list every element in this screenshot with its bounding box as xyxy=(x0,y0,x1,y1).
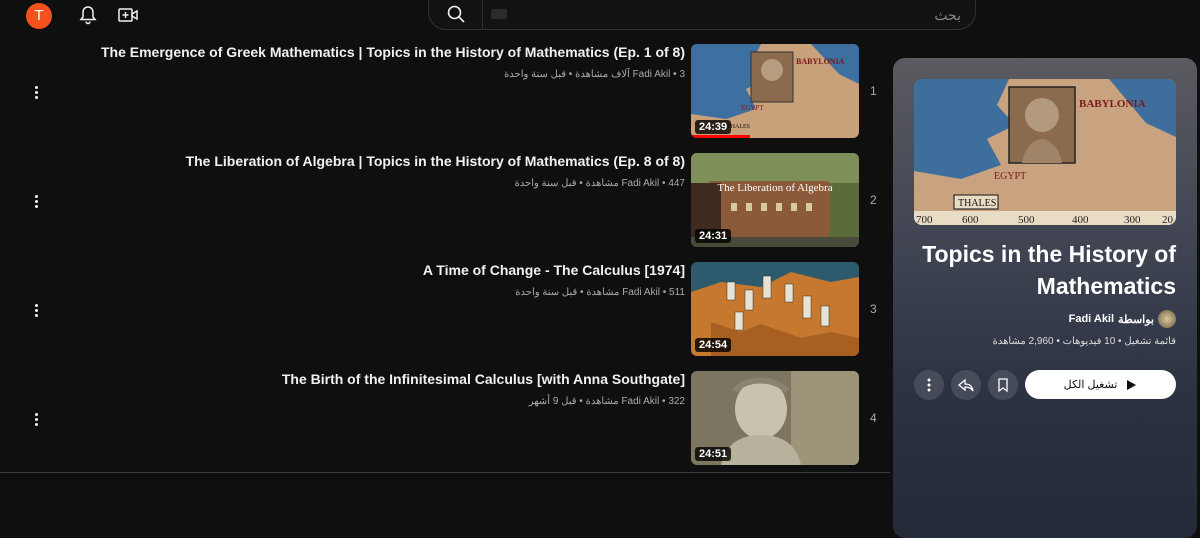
channel-name[interactable]: Fadi Akil xyxy=(621,178,659,189)
play-all-button[interactable]: تشغيل الكل xyxy=(1025,370,1176,399)
channel-name[interactable]: Fadi Akil xyxy=(621,396,659,407)
more-options-button[interactable] xyxy=(914,370,944,400)
share-button[interactable] xyxy=(951,370,981,400)
thumb-label: 500 xyxy=(1018,214,1035,225)
play-all-label: تشغيل الكل xyxy=(1063,379,1118,391)
thumb-label: 20 xyxy=(1162,214,1174,225)
create-video-icon[interactable] xyxy=(117,5,139,25)
playlist-header-panel: BABYLONIA EGYPT THALES 700 600 500 400 3… xyxy=(893,58,1197,538)
list-item[interactable]: A Time of Change - The Calculus [1974] F… xyxy=(0,262,890,360)
owner-name[interactable]: Fadi Akil xyxy=(1069,313,1114,325)
video-thumbnail[interactable]: 24:51 xyxy=(691,371,859,465)
channel-name[interactable]: Fadi Akil xyxy=(633,69,671,80)
thumb-label: The Liberation of Algebra xyxy=(717,182,832,194)
video-meta: Fadi Akil • 322 مشاهدة • قبل 9 أشهر xyxy=(528,396,685,407)
video-meta: Fadi Akil • 447 مشاهدة • قبل سنة واحدة xyxy=(514,178,685,189)
share-icon xyxy=(958,378,974,392)
play-icon xyxy=(1127,379,1137,390)
bell-icon[interactable] xyxy=(78,5,98,25)
thumb-label: 300 xyxy=(1124,214,1141,225)
thumb-label: BABYLONIA xyxy=(796,57,845,66)
thumb-label: EGYPT xyxy=(994,171,1026,182)
thumb-label: 600 xyxy=(962,214,979,225)
video-thumbnail[interactable]: BABYLONIA EGYPT THALES 24:39 xyxy=(691,44,859,138)
more-options-icon[interactable] xyxy=(28,411,44,431)
thumb-label: EGYPT xyxy=(741,104,764,112)
video-thumbnail[interactable]: 24:54 xyxy=(691,262,859,356)
owner-prefix: بواسطة xyxy=(1118,313,1154,326)
video-thumbnail[interactable]: The Liberation of Algebra 24:31 xyxy=(691,153,859,247)
duration-badge: 24:51 xyxy=(695,447,732,461)
keyboard-icon[interactable] xyxy=(491,9,507,19)
playlist-owner[interactable]: بواسطة Fadi Akil xyxy=(1069,310,1176,328)
playlist-title: Topics in the History of Mathematics xyxy=(922,241,1176,299)
item-index: 3 xyxy=(870,302,877,316)
owner-avatar[interactable] xyxy=(1158,310,1176,328)
video-meta: Fadi Akil • 511 مشاهدة • قبل سنة واحدة xyxy=(515,287,685,298)
watch-progress xyxy=(691,135,750,138)
views-and-date: 447 مشاهدة • قبل سنة واحدة xyxy=(514,178,685,189)
more-options-icon[interactable] xyxy=(28,193,44,213)
playlist-meta: قائمة تشغيل • 10 فيديوهات • 2,960 مشاهدة xyxy=(992,336,1176,347)
playlist-thumbnail[interactable]: BABYLONIA EGYPT THALES 700 600 500 400 3… xyxy=(914,79,1176,225)
bookmark-icon xyxy=(998,378,1008,393)
thumb-label: BABYLONIA xyxy=(1079,98,1146,110)
item-index: 2 xyxy=(870,193,877,207)
views-and-date: 322 مشاهدة • قبل 9 أشهر xyxy=(528,396,685,407)
item-index: 4 xyxy=(870,411,877,425)
thumb-label: THALES xyxy=(958,198,996,209)
thumb-label: 700 xyxy=(916,214,933,225)
search-icon xyxy=(447,5,465,23)
duration-badge: 24:54 xyxy=(695,338,732,352)
search-button[interactable] xyxy=(429,0,483,29)
search-box xyxy=(428,0,976,30)
list-divider xyxy=(0,472,890,473)
more-options-icon[interactable] xyxy=(28,84,44,104)
save-playlist-button[interactable] xyxy=(988,370,1018,400)
more-vert-icon xyxy=(927,378,931,392)
video-meta: Fadi Akil • 3 آلاف مشاهدة • قبل سنة واحد… xyxy=(504,69,685,80)
thumb-label: 400 xyxy=(1072,214,1089,225)
list-item[interactable]: The Emergence of Greek Mathematics | Top… xyxy=(0,44,890,142)
video-title[interactable]: The Liberation of Algebra | Topics in th… xyxy=(186,153,685,169)
video-title[interactable]: The Emergence of Greek Mathematics | Top… xyxy=(101,44,685,60)
more-options-icon[interactable] xyxy=(28,302,44,322)
item-index: 1 xyxy=(870,84,877,98)
channel-name[interactable]: Fadi Akil xyxy=(622,287,660,298)
user-avatar[interactable]: T xyxy=(26,3,52,29)
video-title[interactable]: The Birth of the Infinitesimal Calculus … xyxy=(282,371,685,387)
top-bar: T xyxy=(0,0,1200,32)
views-and-date: 511 مشاهدة • قبل سنة واحدة xyxy=(515,287,685,298)
list-item[interactable]: The Birth of the Infinitesimal Calculus … xyxy=(0,371,890,469)
duration-badge: 24:31 xyxy=(695,229,732,243)
video-title[interactable]: A Time of Change - The Calculus [1974] xyxy=(423,262,685,278)
search-input[interactable] xyxy=(519,3,963,27)
list-item[interactable]: The Liberation of Algebra | Topics in th… xyxy=(0,153,890,251)
duration-badge: 24:39 xyxy=(695,120,732,134)
